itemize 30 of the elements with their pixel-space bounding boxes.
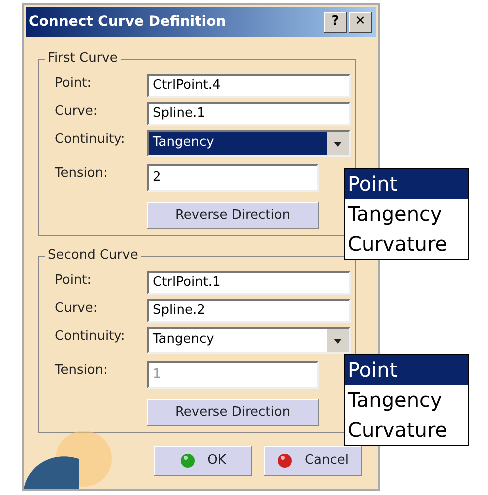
field-label: Continuity: — [55, 131, 126, 149]
list-option[interactable]: Point — [345, 169, 468, 199]
list-option[interactable]: Curvature — [345, 229, 468, 259]
field-label: Curve: — [55, 103, 99, 121]
title-button[interactable]: ✕ — [349, 12, 372, 32]
list-option[interactable]: Curvature — [345, 415, 468, 445]
reverse-direction-button[interactable]: Reverse Direction — [147, 202, 319, 229]
field-label: Continuity: — [55, 328, 126, 346]
continuity-dropdown[interactable]: Tangency — [147, 130, 351, 157]
reverse-direction-button[interactable]: Reverse Direction — [147, 399, 319, 426]
curve-field[interactable]: Spline.2 — [147, 299, 351, 323]
list-option[interactable]: Tangency — [345, 385, 468, 415]
list-option[interactable]: Point — [345, 355, 468, 385]
field-label: Curve: — [55, 300, 99, 318]
point-field[interactable]: CtrlPoint.1 — [147, 271, 351, 295]
field-label: Tension: — [55, 165, 109, 183]
curve-field[interactable]: Spline.1 — [147, 102, 351, 126]
ball-icon — [180, 453, 196, 469]
field-label: Point: — [55, 75, 93, 93]
field-label: Point: — [55, 272, 93, 290]
field-label: Tension: — [55, 362, 109, 380]
window-title: Connect Curve Definition — [29, 12, 228, 32]
continuity-dropdown[interactable]: Tangency — [147, 327, 351, 354]
list-option[interactable]: Tangency — [345, 199, 468, 229]
tension-field[interactable]: 2 — [147, 164, 319, 192]
ball-icon — [276, 453, 293, 469]
cancel-button[interactable]: Cancel — [264, 446, 362, 476]
point-field[interactable]: CtrlPoint.4 — [147, 74, 351, 98]
ok-button[interactable]: OK — [154, 446, 252, 476]
title-button[interactable]: ? — [324, 12, 347, 32]
